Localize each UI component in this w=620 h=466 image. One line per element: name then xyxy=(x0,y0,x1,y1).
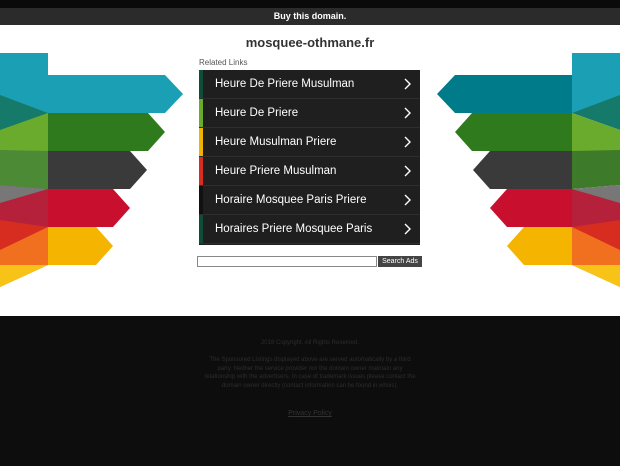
link-color-bar xyxy=(199,70,203,98)
chevron-right-icon xyxy=(404,194,411,206)
related-link-label: Heure De Priere Musulman xyxy=(215,78,355,90)
search-input[interactable] xyxy=(197,256,377,267)
arrow-shape xyxy=(48,151,147,189)
main-panel: mosquee-othmane.fr Related Links Heure D… xyxy=(0,25,620,316)
arrow-shape xyxy=(0,150,48,189)
related-link[interactable]: Heure Priere Musulman xyxy=(199,157,420,186)
related-link[interactable]: Heure Musulman Priere xyxy=(199,128,420,157)
link-color-bar xyxy=(199,186,203,214)
left-arrows-decoration xyxy=(0,53,183,287)
link-color-bar xyxy=(199,157,203,185)
related-link-label: Horaire Mosquee Paris Priere xyxy=(215,194,367,206)
link-color-bar xyxy=(199,215,203,243)
search-ads-button[interactable]: Search Ads xyxy=(378,256,422,267)
buy-domain-link[interactable]: Buy this domain. xyxy=(0,8,620,25)
link-color-bar xyxy=(199,128,203,156)
related-links-label: Related Links xyxy=(199,58,248,67)
related-link[interactable]: Horaire Mosquee Paris Priere xyxy=(199,186,420,215)
chevron-right-icon xyxy=(404,165,411,177)
related-link[interactable]: Heure De Priere xyxy=(199,99,420,128)
arrow-shape xyxy=(48,75,183,113)
arrow-shape xyxy=(572,265,620,287)
related-link[interactable]: Heure De Priere Musulman xyxy=(199,70,420,99)
footer: 2018 Copyright. All Rights Reserved. The… xyxy=(0,316,620,466)
arrow-shape xyxy=(473,151,572,189)
arrow-shape xyxy=(0,265,48,287)
link-color-bar xyxy=(199,99,203,127)
arrow-shape xyxy=(507,227,572,265)
related-link[interactable]: Horaires Priere Mosquee Paris xyxy=(199,215,420,244)
arrow-shape xyxy=(48,113,165,151)
arrow-shape xyxy=(437,75,572,113)
copyright-text: 2018 Copyright. All Rights Reserved. xyxy=(260,340,360,346)
related-link-label: Horaires Priere Mosquee Paris xyxy=(215,223,373,235)
related-link-label: Heure Musulman Priere xyxy=(215,136,337,148)
related-link-label: Heure De Priere xyxy=(215,107,299,119)
disclaimer-text: The Sponsored Listings displayed above a… xyxy=(204,357,416,389)
arrow-shape xyxy=(48,189,130,227)
search-form: Search Ads xyxy=(197,256,422,267)
arrow-shape xyxy=(455,113,572,151)
arrow-shape xyxy=(572,150,620,189)
related-links-list: Heure De Priere Musulman Heure De Priere… xyxy=(199,70,420,245)
arrow-shape xyxy=(48,227,113,265)
arrow-shape xyxy=(490,189,572,227)
domain-title: mosquee-othmane.fr xyxy=(245,35,375,50)
chevron-right-icon xyxy=(404,107,411,119)
chevron-right-icon xyxy=(404,223,411,235)
related-link-label: Heure Priere Musulman xyxy=(215,165,337,177)
right-arrows-decoration xyxy=(437,53,620,287)
chevron-right-icon xyxy=(404,136,411,148)
chevron-right-icon xyxy=(404,78,411,90)
privacy-policy-link[interactable]: Privacy Policy xyxy=(0,410,620,417)
top-edge xyxy=(0,0,620,8)
